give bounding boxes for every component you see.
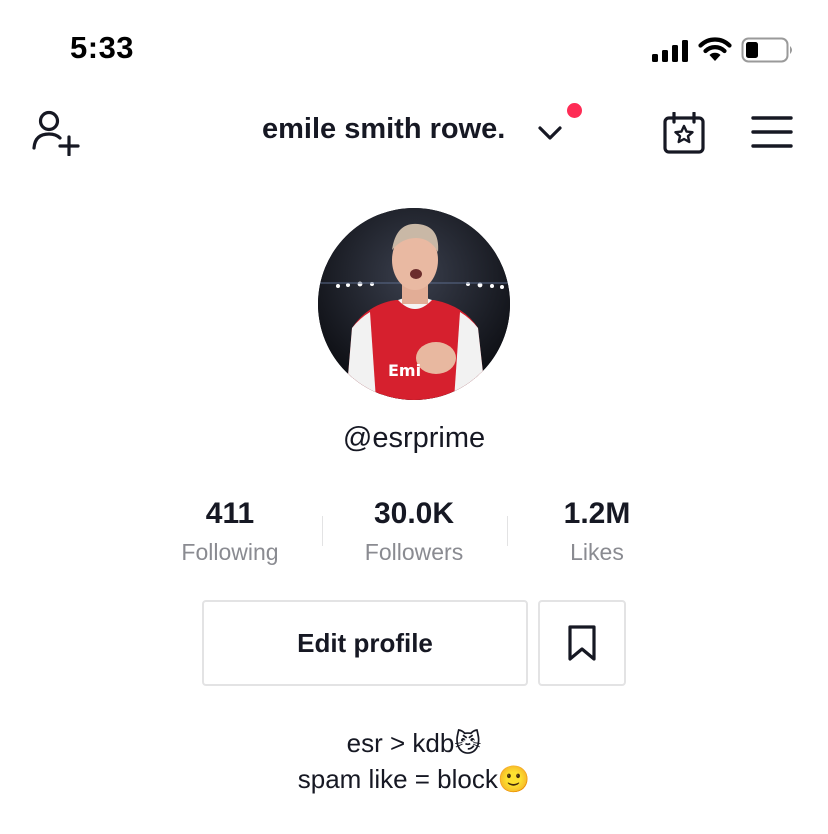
add-user-icon[interactable] [32,108,80,156]
following-count: 411 [205,497,255,530]
followers-label: Followers [364,539,464,565]
account-username[interactable]: emile smith rowe. [262,113,505,146]
edit-profile-button[interactable]: Edit profile [202,600,528,686]
favorites-button[interactable] [538,600,626,686]
bio-line-1: esr > kdb😼 [346,728,482,758]
following-label: Following [181,539,279,565]
bio-line-2: spam like = block🙂 [297,764,531,794]
svg-text:Emi: Emi [388,361,421,380]
profile-handle: @esrprime [342,422,486,454]
likes-count: 1.2M [563,497,631,530]
stat-likes[interactable]: 1.2M Likes [512,497,682,566]
likes-label: Likes [570,539,624,565]
hamburger-menu-icon[interactable] [751,115,793,149]
chevron-down-icon[interactable] [537,124,563,142]
calendar-star-icon[interactable] [662,112,706,154]
battery-icon [741,37,792,63]
notification-dot [567,103,582,118]
followers-count: 30.0K [373,497,455,530]
avatar-photo: Emi [318,208,510,400]
stat-divider [322,516,323,546]
bookmark-icon [568,625,596,661]
stat-divider [507,516,508,546]
stat-following[interactable]: 411 Following [145,497,315,566]
profile-avatar[interactable]: Emi [318,208,510,400]
signal-icon [652,40,688,62]
wifi-icon [698,37,732,61]
stat-followers[interactable]: 30.0K Followers [329,497,499,566]
status-time: 5:33 [70,30,135,65]
